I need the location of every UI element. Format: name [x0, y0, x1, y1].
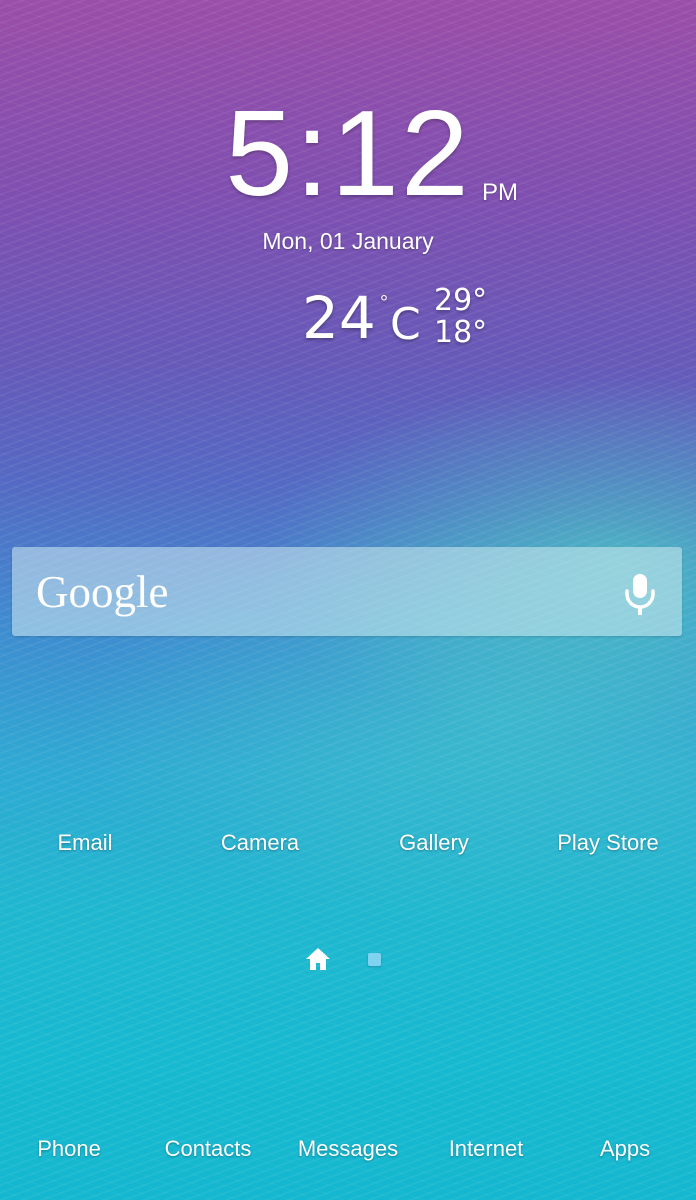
page-dot-active[interactable] [368, 953, 381, 966]
clock-ampm: PM [482, 179, 518, 206]
weather-low: 18° [434, 315, 488, 350]
dock-phone[interactable]: Phone [0, 1134, 139, 1164]
weather-degree: ° [380, 292, 388, 314]
app-camera[interactable]: Camera [180, 828, 340, 858]
weather-high: 29° [434, 283, 488, 318]
weather-unit: C [390, 299, 421, 350]
microphone-icon[interactable] [616, 569, 664, 617]
home-apps-row: Email Camera Gallery Play Store [0, 828, 696, 864]
dock: Phone Contacts Messages Internet Apps [0, 1134, 696, 1170]
weather-high-low: 29° 18° [434, 286, 487, 350]
google-logo: Google [36, 567, 169, 617]
app-play-store[interactable]: Play Store [528, 828, 688, 858]
dock-messages[interactable]: Messages [278, 1134, 418, 1164]
dock-apps[interactable]: Apps [555, 1134, 695, 1164]
app-gallery[interactable]: Gallery [354, 828, 514, 858]
dock-internet[interactable]: Internet [416, 1134, 556, 1164]
clock-time: 5:12 [225, 85, 471, 221]
page-indicator [0, 946, 696, 976]
app-email[interactable]: Email [5, 828, 165, 858]
clock-widget[interactable]: 5:12 [0, 92, 696, 214]
dock-contacts[interactable]: Contacts [138, 1134, 278, 1164]
weather-temperature: 24 [302, 284, 376, 352]
google-search-bar[interactable]: Google [12, 547, 682, 636]
clock-date: Mon, 01 January [262, 228, 434, 254]
home-icon[interactable] [305, 946, 331, 972]
